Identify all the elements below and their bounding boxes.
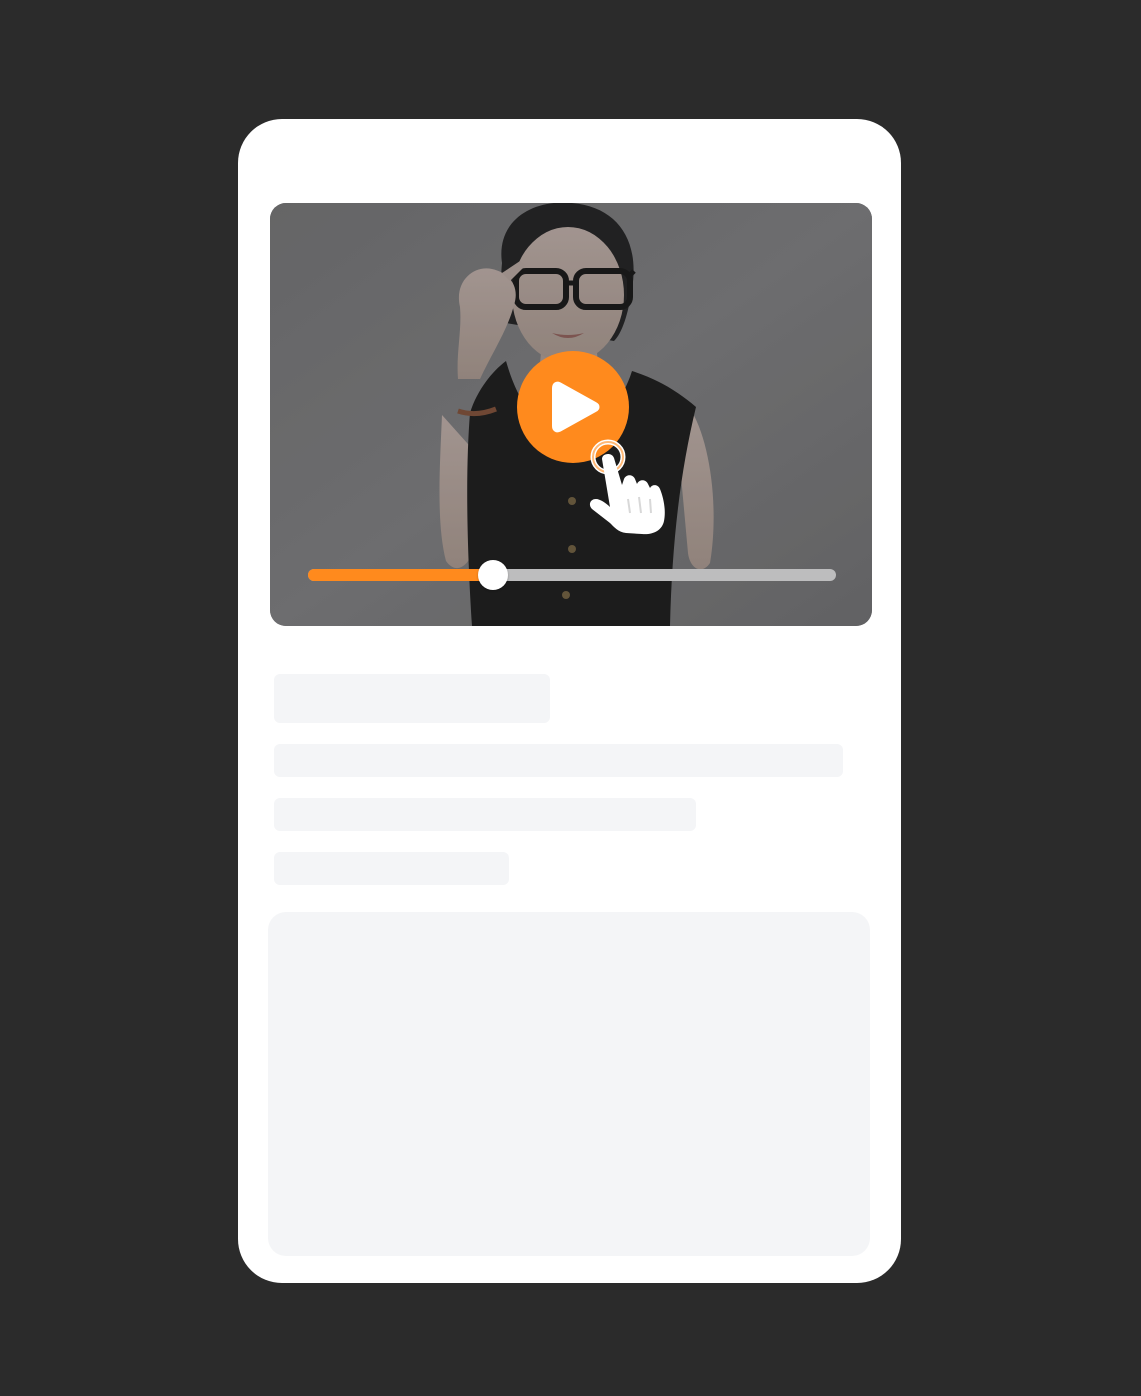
- hand-pointer-icon: [588, 437, 670, 535]
- progress-bar[interactable]: [308, 560, 836, 590]
- video-card: [238, 119, 901, 1283]
- text-placeholder-line: [274, 798, 696, 831]
- title-placeholder: [274, 674, 550, 723]
- text-placeholder-line: [274, 852, 509, 885]
- video-player[interactable]: [270, 203, 872, 626]
- text-placeholder-line: [274, 744, 843, 777]
- progress-fill: [308, 569, 493, 581]
- progress-thumb[interactable]: [477, 560, 508, 590]
- content-placeholder-block: [268, 912, 870, 1256]
